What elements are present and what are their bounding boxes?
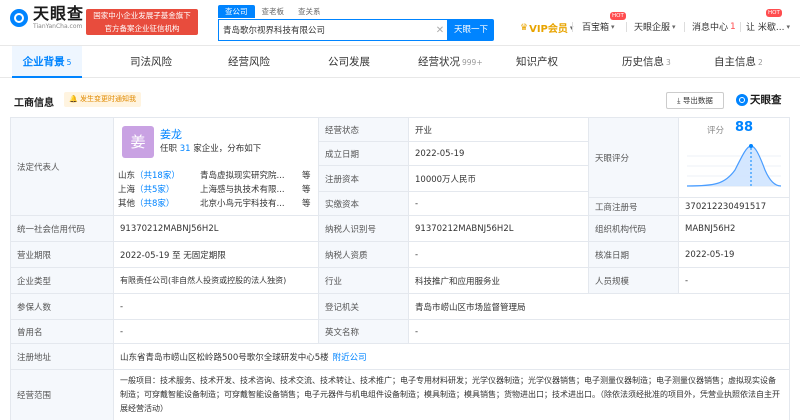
search-tabs: 查公司 查老板 查关系 bbox=[218, 5, 328, 18]
tab-judicial-risk[interactable]: 司法风险 bbox=[130, 46, 172, 78]
score-chart[interactable]: 评分 88 bbox=[679, 118, 790, 198]
search-tab-boss[interactable]: 查老板 bbox=[255, 5, 292, 18]
address-value: 山东省青岛市崂山区松岭路500号歌尔全球研发中心5楼 附近公司 bbox=[114, 344, 790, 370]
org-code-value: MABNJ56H2 bbox=[679, 216, 790, 242]
english-name-label: 英文名称 bbox=[319, 320, 409, 344]
top-header: 天眼查 TianYanCha.com 国家中小企业发展子基金旗下 官方备案企业征… bbox=[0, 0, 800, 46]
credit-code-value: 91370212MABNJ56H2L bbox=[114, 216, 319, 242]
tab-self-info[interactable]: 自主信息 2 bbox=[714, 46, 763, 78]
legal-rep-name[interactable]: 姜龙 bbox=[160, 126, 182, 142]
paid-capital-label: 实缴资本 bbox=[319, 192, 409, 216]
eye-logo-icon bbox=[8, 7, 30, 29]
brand-watermark: 天眼查 bbox=[736, 92, 782, 107]
industry-label: 行业 bbox=[319, 268, 409, 294]
founded-label: 成立日期 bbox=[319, 142, 409, 166]
search-area: 查公司 查老板 查关系 ✕ 天眼一下 bbox=[218, 5, 494, 41]
avatar[interactable]: 姜 bbox=[122, 126, 154, 158]
reg-no-value: 370212230491517 bbox=[679, 198, 790, 216]
capital-label: 注册资本 bbox=[319, 166, 409, 192]
company-type-value: 有限责任公司(非自然人投资或控股的法人独资) bbox=[114, 268, 319, 294]
insured-label: 参保人数 bbox=[11, 294, 114, 320]
change-notify-button[interactable]: 🔔 发生变更时通知我 bbox=[64, 92, 141, 107]
list-item: 山东（共18家） 青岛虚拟现实研究院... 等 bbox=[118, 171, 311, 181]
tab-company-background[interactable]: 企业背景 5 bbox=[12, 46, 82, 78]
tax-qual-value: - bbox=[409, 242, 589, 268]
business-info-table: 法定代表人 姜 姜龙 任职 31 家企业，分布如下 山东（共18家） 青岛虚拟现… bbox=[10, 117, 790, 420]
hot-badge-user: HOT bbox=[766, 9, 782, 17]
org-code-label: 组织机构代码 bbox=[589, 216, 679, 242]
enterprise-service-link[interactable]: 天眼企服 ▾ bbox=[634, 20, 676, 34]
tab-operation-status[interactable]: 经营状况 999+ bbox=[418, 46, 483, 78]
list-item: 上海（共5家） 上海感与执技术有限... 等 bbox=[118, 185, 311, 195]
credit-agency-badge: 国家中小企业发展子基金旗下 官方备案企业征信机构 bbox=[86, 9, 198, 35]
nearby-companies-link[interactable]: 附近公司 bbox=[333, 351, 367, 363]
former-name-label: 曾用名 bbox=[11, 320, 114, 344]
status-label: 经营状态 bbox=[319, 118, 409, 142]
authority-value: 青岛市崂山区市场监督管理局 bbox=[409, 294, 790, 320]
score-value: 88 bbox=[735, 120, 754, 135]
logo-title: 天眼查 bbox=[33, 4, 85, 23]
tab-history[interactable]: 历史信息 3 bbox=[622, 46, 671, 78]
chevron-down-icon: ▾ bbox=[786, 22, 790, 31]
tab-intellectual-property[interactable]: 知识产权 bbox=[516, 46, 558, 78]
term-label: 营业期限 bbox=[11, 242, 114, 268]
legal-rep-label: 法定代表人 bbox=[11, 118, 114, 216]
tax-qual-label: 纳税人资质 bbox=[319, 242, 409, 268]
list-item: 其他（共8家） 北京小鸟元宇科技有... 等 bbox=[118, 199, 311, 209]
eye-logo-icon bbox=[736, 93, 748, 106]
bell-icon: 🔔 bbox=[69, 95, 78, 103]
download-icon: ⤓ bbox=[677, 96, 681, 105]
clear-icon[interactable]: ✕ bbox=[433, 25, 447, 36]
export-data-button[interactable]: ⤓ 导出数据 bbox=[666, 92, 724, 109]
paid-capital-value: - bbox=[409, 192, 589, 216]
active-tab-indicator bbox=[12, 76, 82, 78]
message-center-link[interactable]: 消息中心 1 bbox=[692, 20, 736, 34]
hot-badge: HOT bbox=[610, 12, 626, 20]
reg-no-label: 工商注册号 bbox=[589, 198, 679, 216]
approve-date-label: 核准日期 bbox=[589, 242, 679, 268]
score-distribution-icon bbox=[686, 144, 782, 187]
chevron-down-icon: ▾ bbox=[672, 22, 676, 31]
vip-link[interactable]: ♛ VIP会员▾ bbox=[520, 20, 573, 36]
staff-size-value: - bbox=[679, 268, 790, 294]
tab-company-development[interactable]: 公司发展 bbox=[328, 46, 370, 78]
credit-code-label: 统一社会信用代码 bbox=[11, 216, 114, 242]
authority-label: 登记机关 bbox=[319, 294, 409, 320]
tax-id-value: 91370212MABNJ56H2L bbox=[409, 216, 589, 242]
scope-value: 一般项目：技术服务、技术开发、技术咨询、技术交流、技术转让、技术推广；电子专用材… bbox=[114, 370, 790, 420]
user-menu[interactable]: 让 米歇... ▾ bbox=[746, 20, 790, 34]
section-title: 工商信息 bbox=[14, 98, 54, 109]
english-name-value: - bbox=[409, 320, 790, 344]
company-type-label: 企业类型 bbox=[11, 268, 114, 294]
scope-label: 经营范围 bbox=[11, 370, 114, 420]
search-input[interactable] bbox=[219, 21, 433, 39]
logo-domain: TianYanCha.com bbox=[33, 23, 83, 30]
toolbox-link[interactable]: 百宝箱 ▾ bbox=[582, 20, 615, 34]
search-tab-relation[interactable]: 查关系 bbox=[291, 5, 328, 18]
founded-value: 2022-05-19 bbox=[409, 142, 589, 166]
approve-date-value: 2022-05-19 bbox=[679, 242, 790, 268]
capital-value: 10000万人民币 bbox=[409, 166, 589, 192]
chevron-down-icon: ▾ bbox=[611, 22, 615, 31]
legal-rep-block: 姜 姜龙 任职 31 家企业，分布如下 山东（共18家） 青岛虚拟现实研究院..… bbox=[114, 118, 319, 216]
industry-value: 科技推广和应用服务业 bbox=[409, 268, 589, 294]
staff-size-label: 人员规模 bbox=[589, 268, 679, 294]
address-label: 注册地址 bbox=[11, 344, 114, 370]
tab-operation-risk[interactable]: 经营风险 bbox=[228, 46, 270, 78]
former-name-value: - bbox=[114, 320, 319, 344]
section-tabs: 企业背景 5 司法风险 经营风险 公司发展 经营状况 999+ 知识产权 历史信息 3… bbox=[0, 46, 800, 78]
search-button[interactable]: 天眼一下 bbox=[448, 19, 494, 41]
search-tab-company[interactable]: 查公司 bbox=[218, 5, 255, 18]
crown-icon: ♛ bbox=[520, 22, 529, 33]
term-value: 2022-05-19 至 无固定期限 bbox=[114, 242, 319, 268]
message-count: 1 bbox=[730, 21, 736, 32]
status-value: 开业 bbox=[409, 118, 589, 142]
score-label: 天眼评分 bbox=[589, 118, 679, 198]
site-logo[interactable]: 天眼查 TianYanCha.com bbox=[8, 5, 84, 31]
tax-id-label: 纳税人识别号 bbox=[319, 216, 409, 242]
search-box: ✕ bbox=[218, 19, 448, 41]
legal-rep-summary: 任职 31 家企业，分布如下 bbox=[160, 144, 262, 154]
insured-value: - bbox=[114, 294, 319, 320]
